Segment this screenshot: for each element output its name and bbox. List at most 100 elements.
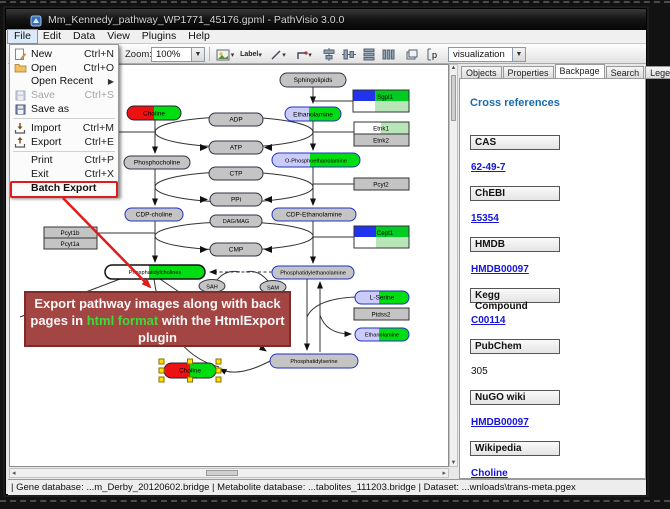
xref-link[interactable]: 15354 — [471, 213, 499, 224]
menu-item-open-recent[interactable]: Open Recent ▶ — [10, 75, 118, 89]
label-tool-button[interactable]: Label ▾ — [239, 47, 263, 62]
chevron-down-icon[interactable]: ▼ — [512, 48, 525, 61]
menu-item-import[interactable]: Import Ctrl+M — [10, 121, 118, 135]
distribute-rows-icon[interactable] — [360, 47, 377, 62]
menu-file[interactable]: File — [8, 30, 37, 43]
xref-header: Wikipedia — [470, 441, 560, 456]
node-phosphatidylcholines[interactable]: Phosphatidylcholines — [105, 265, 205, 279]
scroll-right-icon[interactable]: ▸ — [442, 469, 446, 478]
node-label: Phosphatidylserine — [290, 359, 337, 365]
node-ctp[interactable]: CTP — [209, 167, 263, 180]
menu-item-shortcut: Ctrl+X — [85, 168, 114, 180]
node-label: SAH — [206, 285, 218, 291]
node-choline-top[interactable]: Choline — [127, 106, 181, 120]
menu-item-exit[interactable]: Exit Ctrl+X — [10, 167, 118, 181]
canvas-horizontal-scrollbar[interactable]: ◂ ▸ — [9, 468, 449, 478]
node-phosphocholine[interactable]: Phosphocholine — [124, 156, 190, 169]
xref-link[interactable]: HMDB00097 — [471, 417, 529, 428]
menu-data[interactable]: Data — [67, 30, 101, 43]
node-phosphatidylethanolamine[interactable]: Phosphatidylethanolamine — [272, 266, 354, 279]
menu-item-new[interactable]: New Ctrl+N — [10, 47, 118, 61]
align-center-icon[interactable] — [320, 47, 337, 62]
gene-node-pcyt2[interactable]: Pcyt2 — [354, 178, 409, 190]
xref-section-kegg: Kegg Compound C00114 — [470, 288, 635, 328]
visualization-select[interactable]: visualization ▼ — [448, 47, 526, 62]
scroll-left-icon[interactable]: ◂ — [12, 469, 16, 478]
xref-link[interactable]: Choline — [471, 468, 508, 479]
node-label: ADP — [229, 117, 242, 124]
node-label: PPi — [231, 197, 241, 204]
tab-backpage[interactable]: Backpage — [555, 64, 605, 79]
menu-help[interactable]: Help — [182, 30, 216, 43]
node-sphingolipids[interactable]: Sphingolipids — [280, 73, 346, 87]
menu-view[interactable]: View — [101, 30, 136, 43]
stack-icon[interactable] — [403, 47, 420, 62]
tab-legend[interactable]: Legend — [645, 66, 670, 79]
blank-icon — [13, 168, 27, 180]
menu-plugins[interactable]: Plugins — [136, 30, 182, 43]
menu-item-label: Open Recent — [31, 75, 93, 87]
menu-item-print[interactable]: Print Ctrl+P — [10, 154, 118, 168]
node-atp[interactable]: ATP — [209, 141, 263, 154]
image-tool-button[interactable]: ▾ — [213, 47, 237, 62]
node-phosphatidylserine[interactable]: Phosphatidylserine — [270, 354, 358, 368]
menu-edit[interactable]: Edit — [37, 30, 67, 43]
menu-item-label: Save as — [31, 103, 69, 115]
horizontal-scroll-thumb[interactable] — [206, 470, 238, 476]
gene-node-etnk2[interactable]: Etnk2 — [354, 134, 409, 146]
node-choline-selected[interactable]: Choline — [159, 359, 221, 382]
node-ethanolamine-top[interactable]: Ethanolamine — [285, 107, 341, 121]
xref-value: 305 — [471, 366, 488, 377]
menu-separator — [13, 118, 115, 119]
xref-section-nugo: NuGO wiki HMDB00097 — [470, 390, 635, 430]
node-label: Phosphatidylcholines — [129, 270, 182, 276]
scroll-down-icon[interactable]: ▼ — [450, 460, 457, 466]
node-label: L-Serine — [370, 295, 395, 302]
chevron-down-icon[interactable]: ▼ — [191, 48, 204, 61]
text-format-icon[interactable]: p — [423, 47, 440, 62]
node-label: Ethanolamine — [293, 112, 333, 119]
gene-node-pcyt1b[interactable]: Pcyt1b — [44, 227, 97, 238]
xref-section-chebi: ChEBI 15354 — [470, 186, 635, 226]
node-cmp[interactable]: CMP — [210, 243, 262, 256]
chevron-down-icon: ▾ — [258, 51, 262, 59]
gene-node-sgpl1[interactable]: Sgpl1 — [353, 90, 409, 112]
line-tool-button[interactable]: ▾ — [266, 47, 290, 62]
menu-item-label: Print — [31, 154, 53, 166]
scroll-up-icon[interactable]: ▲ — [450, 65, 457, 71]
gene-label: Etnk2 — [373, 138, 389, 145]
gene-node-etnk1[interactable]: Etnk1 — [354, 122, 409, 134]
connector-tool-button[interactable]: ▾ — [292, 47, 316, 62]
xref-link[interactable]: 62-49-7 — [471, 162, 505, 173]
node-dag[interactable]: DAG/MAG — [210, 215, 262, 227]
node-adp[interactable]: ADP — [209, 113, 263, 126]
menu-item-save[interactable]: Save Ctrl+S — [10, 88, 118, 102]
node-ppi[interactable]: PPi — [210, 193, 262, 206]
zoom-label: Zoom: — [125, 49, 152, 60]
node-l-serine[interactable]: L-Serine — [355, 291, 409, 304]
xref-link[interactable]: C00114 — [471, 315, 505, 326]
gene-node-ptdss2[interactable]: Ptdss2 — [354, 308, 409, 320]
gene-node-pcyt1a[interactable]: Pcyt1a — [44, 238, 97, 249]
menu-item-save-as[interactable]: Save as — [10, 102, 118, 116]
node-label: Phosphocholine — [134, 160, 181, 167]
xref-section-hmdb: HMDB HMDB00097 — [470, 237, 635, 277]
menu-item-open[interactable]: Open Ctrl+O — [10, 61, 118, 75]
status-bar: | Gene database: ...m_Derby_20120602.bri… — [8, 479, 646, 495]
toolbar-separator — [209, 47, 210, 61]
distribute-columns-icon[interactable] — [380, 47, 397, 62]
node-ethanolamine-bottom[interactable]: Ethanolamine — [355, 328, 409, 341]
align-middle-icon[interactable] — [340, 47, 357, 62]
gene-label: Pcyt1b — [61, 230, 80, 237]
xref-link[interactable]: HMDB00097 — [471, 264, 529, 275]
node-cdp-ethanolamine[interactable]: CDP-Ethanolamine — [272, 208, 356, 221]
node-cdp-choline[interactable]: CDP-choline — [125, 208, 183, 221]
canvas-vertical-scrollbar[interactable]: ▲ ▼ — [449, 64, 458, 467]
menu-item-label: Save — [31, 89, 55, 101]
node-o-phosphoethanolamine[interactable]: O-Phosphoethanolamine — [272, 153, 360, 167]
zoom-select[interactable]: 100% ▼ — [151, 47, 205, 62]
vertical-scroll-thumb[interactable] — [451, 75, 456, 121]
menu-item-export[interactable]: Export Ctrl+E — [10, 135, 118, 149]
gene-label: Pcyt2 — [373, 182, 389, 189]
gene-node-cept1[interactable]: Cept1 — [354, 226, 409, 248]
